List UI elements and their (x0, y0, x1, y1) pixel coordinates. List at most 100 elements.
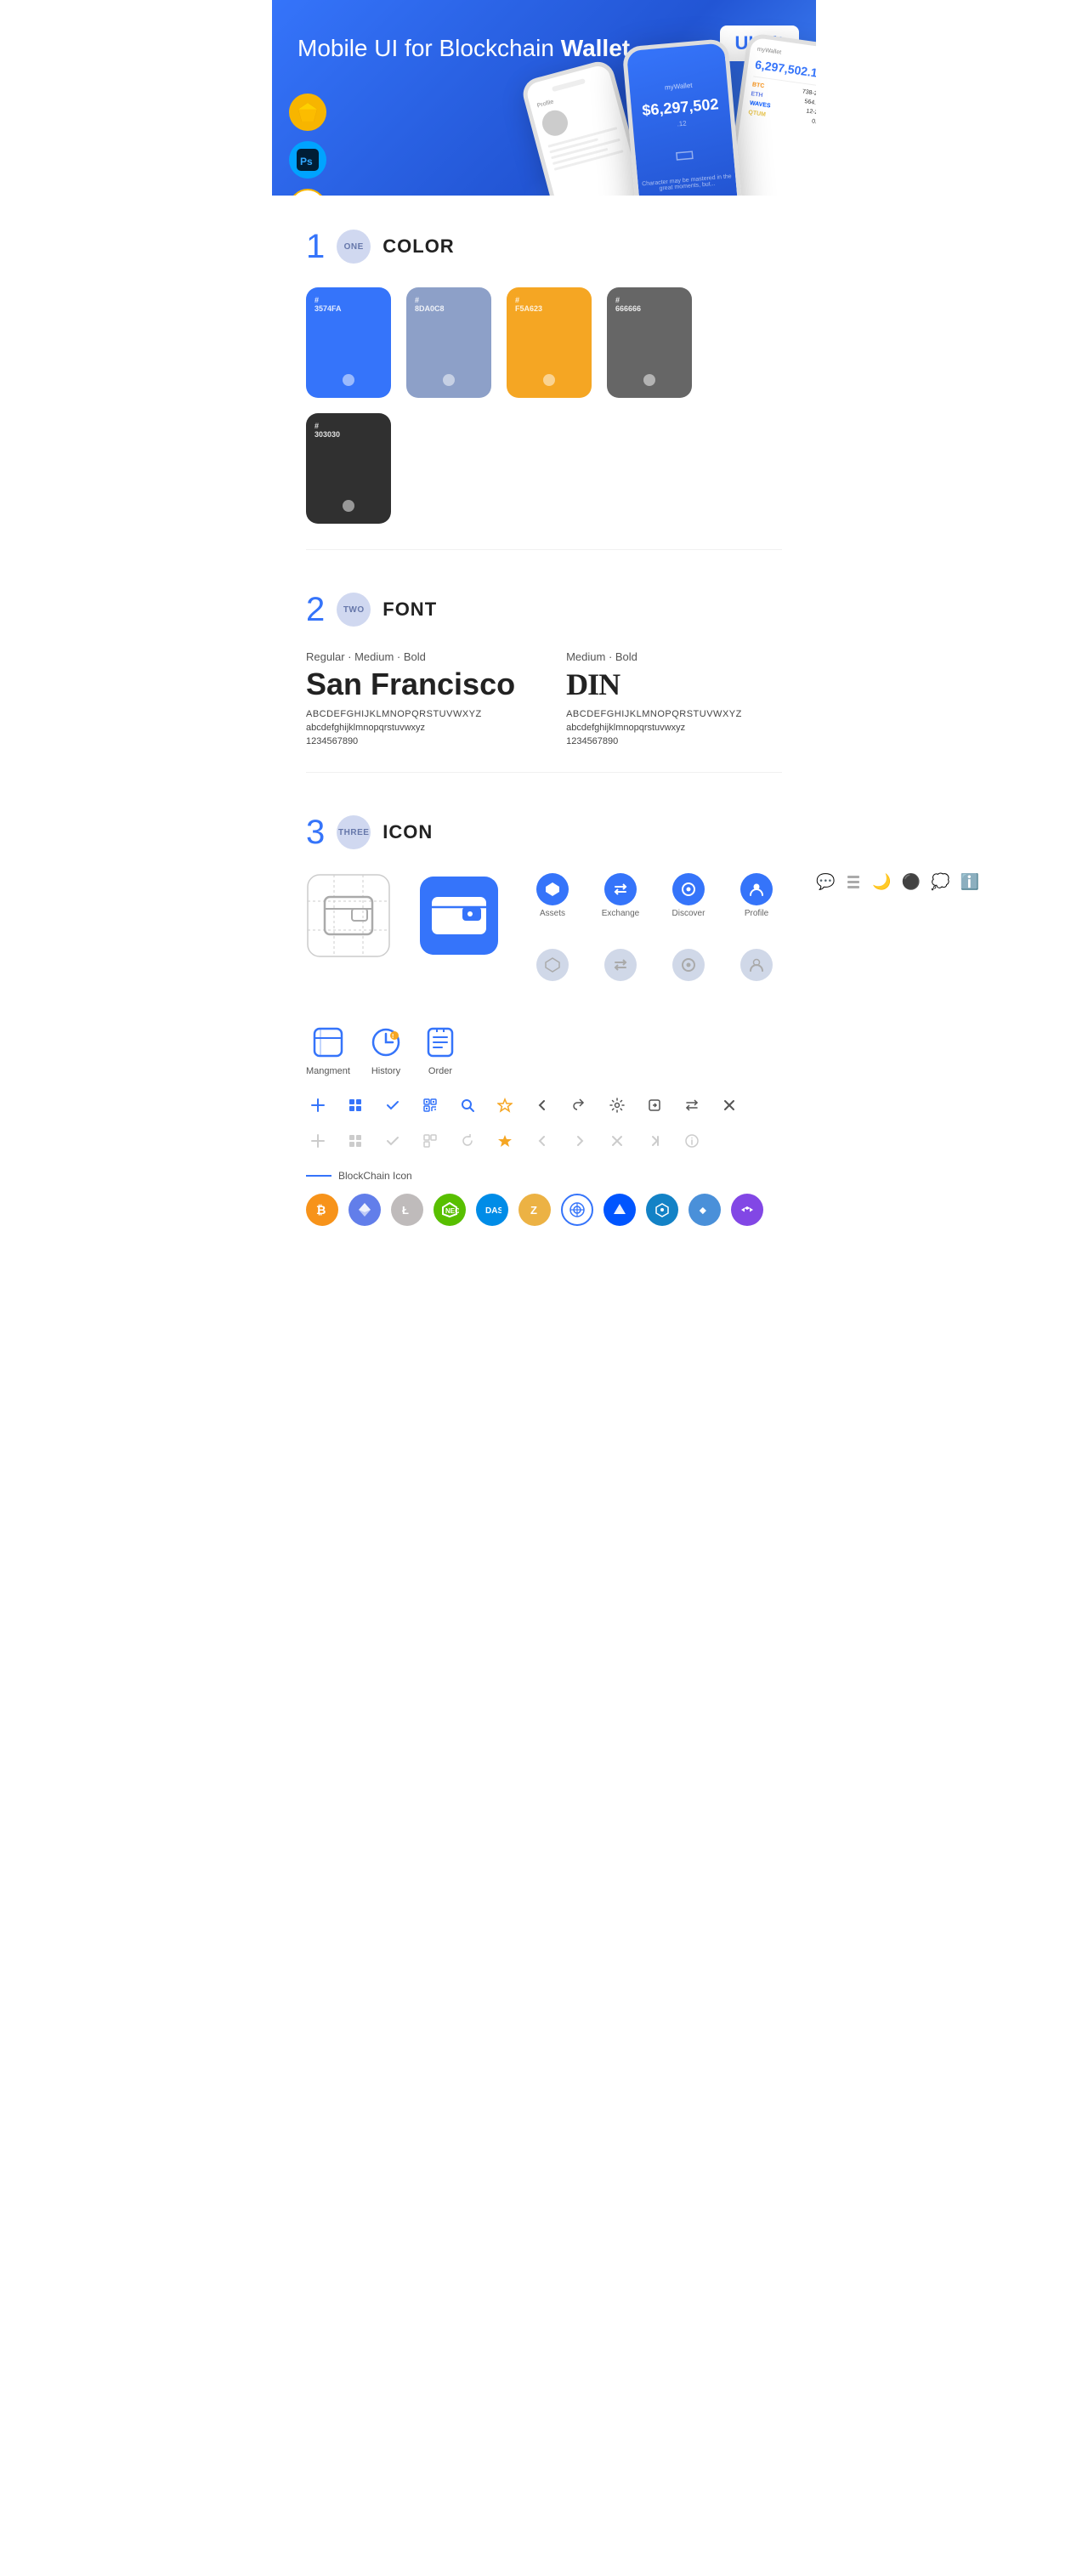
color-title: COLOR (382, 235, 454, 258)
matic-icon (731, 1194, 763, 1226)
font-sf-style: Regular · Medium · Bold (306, 650, 515, 663)
icon-profile: Profile (731, 873, 782, 918)
hero-badges: Ps 60+ Screens (289, 94, 326, 196)
sketch-badge (289, 94, 326, 131)
color-swatch-orange: #F5A623 (507, 287, 592, 398)
icon-history: ! History (367, 1024, 405, 1076)
color-section: 1 ONE COLOR #3574FA #8DA0C8 #F5A623 #666… (272, 196, 816, 541)
phone-center: myWallet $6,297,502 .12 ▭ Character may … (622, 38, 745, 196)
tool-settings (605, 1093, 629, 1117)
color-number: 1 (306, 230, 325, 264)
font-din-lower: abcdefghijklmnopqrstuvwxyz (566, 723, 742, 733)
tool-icons-row1 (306, 1093, 782, 1117)
font-din-upper: ABCDEFGHIJKLMNOPQRSTUVWXYZ (566, 709, 742, 719)
icon-title: ICON (382, 821, 433, 843)
svg-text:⬥: ⬥ (699, 1206, 706, 1216)
tool-close (717, 1093, 741, 1117)
tool-search (456, 1093, 479, 1117)
exchange-icon (604, 873, 637, 905)
hero-section: Mobile UI for Blockchain Wallet UI Kit P… (272, 0, 816, 196)
svg-text:Z: Z (530, 1204, 537, 1217)
management-label: Mangment (306, 1066, 350, 1076)
bubble-icon: 💭 (931, 873, 949, 894)
tool-grid (343, 1093, 367, 1117)
divider-1 (306, 549, 782, 550)
svg-text:!: ! (392, 1034, 394, 1040)
tool-next-ghost (643, 1129, 666, 1153)
grid-icon (561, 1194, 593, 1226)
profile-icon (740, 873, 773, 905)
font-sf-numbers: 1234567890 (306, 736, 515, 746)
icon-management: Mangment (306, 1024, 350, 1076)
font-sf-name: San Francisco (306, 667, 515, 702)
tool-star-filled (493, 1129, 517, 1153)
icon-number: 3 (306, 815, 325, 849)
icon-section-header: 3 THREE ICON (306, 815, 782, 849)
mgmt-icon-row: Mangment ! History Order (306, 1024, 782, 1076)
history-label: History (371, 1066, 400, 1076)
tool-grid-ghost (343, 1129, 367, 1153)
stratis-icon (646, 1194, 678, 1226)
extra-icon-group: 💬 🌙 ⚫ 💭 ℹ️ (816, 873, 979, 894)
extra-icons-row1: 💬 🌙 ⚫ 💭 ℹ️ (816, 873, 979, 894)
blockchain-label: BlockChain Icon (306, 1170, 782, 1182)
font-section: 2 TWO FONT Regular · Medium · Bold San F… (272, 559, 816, 763)
tool-forward-ghost (568, 1129, 592, 1153)
ltc-icon: Ł (391, 1194, 423, 1226)
font-din-name: DIN (566, 667, 742, 702)
tool-back (530, 1093, 554, 1117)
nav-icon-group: Assets Exchange Discover (527, 873, 782, 998)
svg-text:Ps: Ps (300, 156, 313, 167)
svg-text:Ł: Ł (402, 1204, 409, 1217)
icon-discover: Discover (663, 873, 714, 918)
icon-section: 3 THREE ICON (272, 781, 816, 1268)
color-section-header: 1 ONE COLOR (306, 230, 782, 264)
font-sf: Regular · Medium · Bold San Francisco AB… (306, 650, 515, 746)
tool-qr (418, 1093, 442, 1117)
layers-icon (845, 873, 862, 894)
font-title: FONT (382, 599, 437, 621)
phone-mockups: Profile myWallet $6,297,502 .12 ▭ Charac… (536, 34, 816, 196)
tool-qr-ghost (418, 1129, 442, 1153)
tool-x-ghost (605, 1129, 629, 1153)
tool-back-ghost (530, 1129, 554, 1153)
color-word: ONE (337, 230, 371, 264)
profile-outline-icon (740, 949, 773, 981)
assets-outline-icon (536, 949, 569, 981)
icon-assets-outline (527, 949, 578, 981)
font-number: 2 (306, 593, 325, 627)
order-label: Order (428, 1066, 452, 1076)
blockchain-line (306, 1175, 332, 1177)
discover-icon (672, 873, 705, 905)
icon-exchange: Exchange (595, 873, 646, 918)
svg-text:₿: ₿ (316, 1203, 326, 1217)
crypto-icons-row: ₿ Ł NEO DASH Z ⬥ (306, 1194, 782, 1226)
tool-share (568, 1093, 592, 1117)
nav-icons-outline (527, 949, 782, 981)
tool-refresh-ghost (456, 1129, 479, 1153)
ps-badge: Ps (289, 141, 326, 179)
tool-plus (306, 1093, 330, 1117)
discover-label: Discover (672, 909, 706, 918)
font-din-numbers: 1234567890 (566, 736, 742, 746)
assets-label: Assets (540, 909, 565, 918)
font-blocks: Regular · Medium · Bold San Francisco AB… (306, 650, 782, 746)
icon-profile-outline (731, 949, 782, 981)
icon-grid-outline (306, 873, 391, 962)
font-word: TWO (337, 593, 371, 627)
icon-exchange-outline (595, 949, 646, 981)
icon-assets: Assets (527, 873, 578, 918)
icon-discover-outline (663, 949, 714, 981)
moon-icon: 🌙 (872, 873, 891, 894)
chat-icon: 💬 (816, 873, 835, 894)
tool-info-ghost (680, 1129, 704, 1153)
neo-icon: NEO (434, 1194, 466, 1226)
waves-icon (604, 1194, 636, 1226)
btc-icon: ₿ (306, 1194, 338, 1226)
zec-icon: Z (518, 1194, 551, 1226)
icon-showcase: Assets Exchange Discover (306, 873, 782, 998)
eth-icon (348, 1194, 381, 1226)
tool-check (381, 1093, 405, 1117)
color-swatch-slate: #8DA0C8 (406, 287, 491, 398)
icon-blue-wallet (416, 873, 502, 962)
